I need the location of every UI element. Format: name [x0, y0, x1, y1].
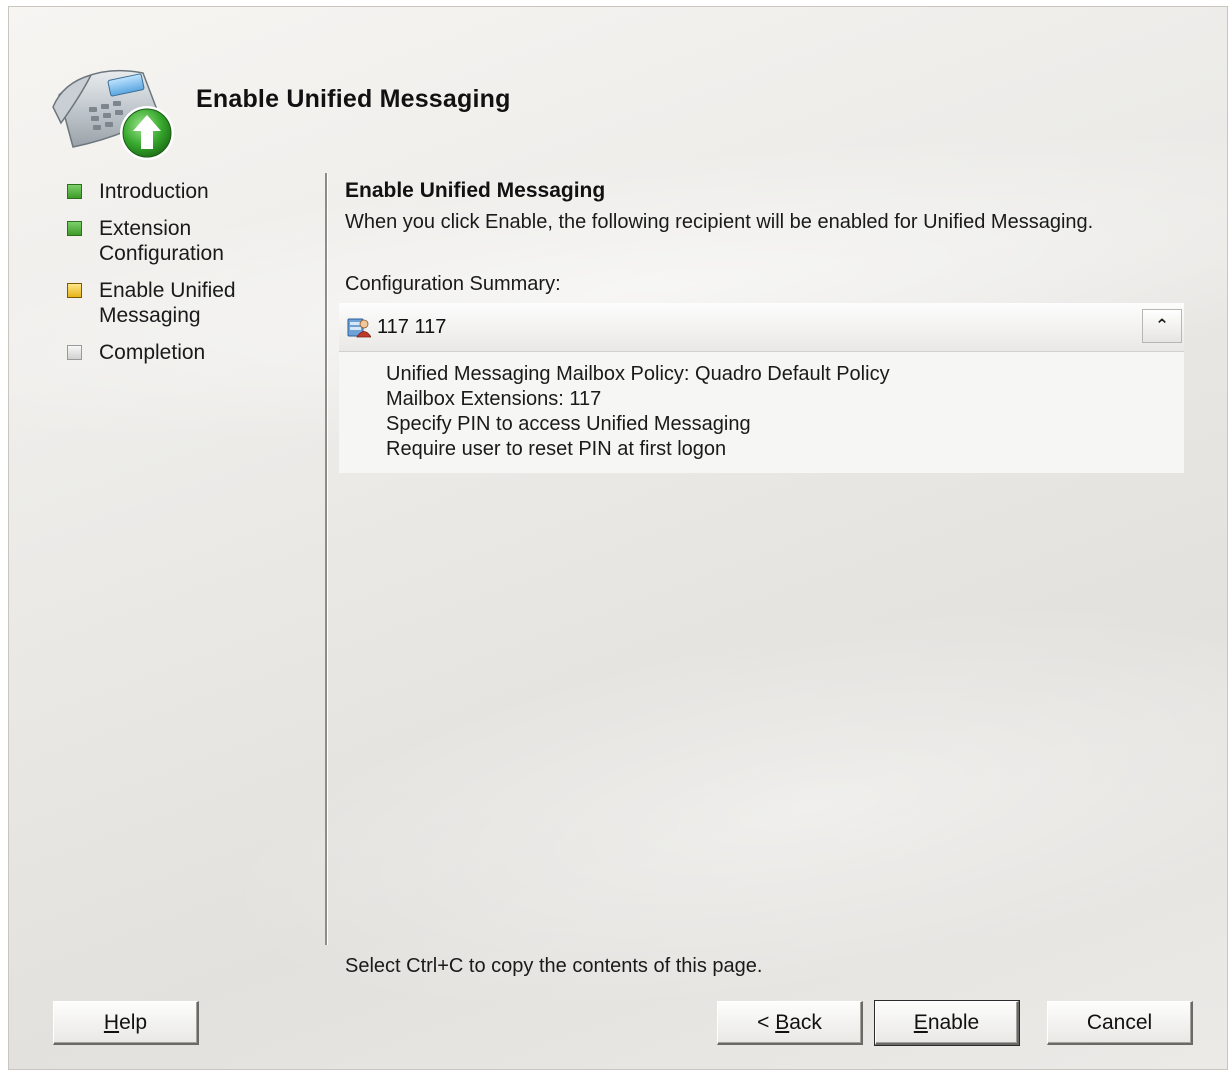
summary-line: Require user to reset PIN at first logon [386, 438, 727, 460]
back-prefix: < [757, 1010, 776, 1034]
collapse-summary-button[interactable]: ⌃ [1142, 309, 1182, 343]
enable-mnemonic: E [913, 1010, 928, 1034]
page-description: When you click Enable, the following rec… [345, 211, 1094, 233]
step-label: Extension Configuration [99, 217, 224, 265]
configuration-summary-label: Configuration Summary: [345, 273, 561, 295]
cancel-label: Cancel [1086, 1010, 1153, 1034]
copy-hint-text: Select Ctrl+C to copy the contents of th… [345, 955, 763, 977]
summary-details: Unified Messaging Mailbox Policy: Quadro… [339, 352, 1184, 462]
step-complete-icon [67, 184, 82, 199]
wizard-dialog: Enable Unified Messaging Introduction Ex… [8, 6, 1228, 1070]
step-label: Introduction [99, 180, 209, 203]
background-swoosh-lower [186, 525, 1227, 1069]
step-extension-configuration[interactable]: Extension Configuration [67, 216, 317, 266]
back-label-rest: ack [789, 1010, 822, 1034]
step-pending-icon [67, 345, 82, 360]
step-enable-unified-messaging[interactable]: Enable Unified Messaging [67, 278, 317, 328]
wizard-title: Enable Unified Messaging [196, 85, 511, 113]
step-completion[interactable]: Completion [67, 340, 317, 365]
wizard-steps-nav: Introduction Extension Configuration Ena… [67, 179, 317, 377]
summary-line: Specify PIN to access Unified Messaging [386, 413, 751, 435]
double-chevron-up-icon: ⌃ [1154, 316, 1170, 335]
help-label-rest: elp [119, 1010, 148, 1034]
enable-label-rest: nable [927, 1010, 980, 1034]
phone-enable-icon [52, 69, 174, 160]
step-introduction[interactable]: Introduction [67, 179, 317, 204]
nav-divider [325, 173, 328, 945]
step-label: Completion [99, 341, 206, 364]
page-title: Enable Unified Messaging [345, 179, 606, 202]
summary-line: Unified Messaging Mailbox Policy: Quadro… [386, 363, 890, 385]
summary-recipient-header[interactable]: 117 117 ⌃ [339, 303, 1184, 352]
configuration-summary-panel: 117 117 ⌃ Unified Messaging Mailbox Poli… [339, 303, 1184, 473]
step-complete-icon [67, 221, 82, 236]
back-mnemonic: B [775, 1010, 790, 1034]
mailbox-user-icon [347, 318, 371, 338]
help-button[interactable]: Help [53, 1001, 199, 1045]
cancel-button[interactable]: Cancel [1047, 1001, 1193, 1045]
step-current-icon [67, 283, 82, 298]
recipient-name: 117 117 [377, 315, 447, 338]
step-label: Enable Unified Messaging [99, 279, 236, 327]
back-button[interactable]: < Back [717, 1001, 863, 1045]
enable-button[interactable]: Enable [874, 1000, 1020, 1046]
help-mnemonic: H [103, 1010, 120, 1034]
summary-line: Mailbox Extensions: 117 [386, 388, 602, 410]
